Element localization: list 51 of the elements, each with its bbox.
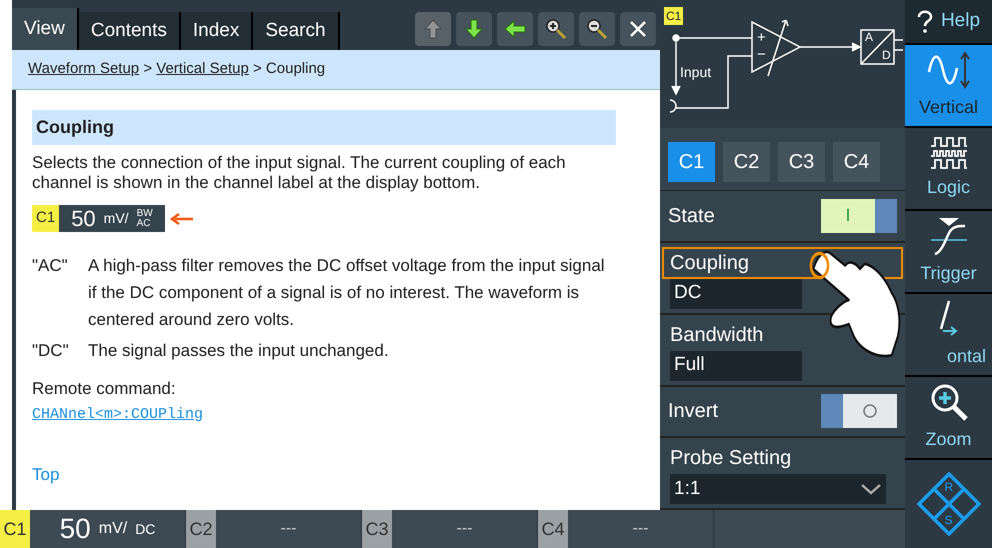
channel-tag: C1 — [664, 7, 684, 25]
tab[interactable]: Contents — [78, 12, 181, 50]
dropdown-field[interactable]: DC — [670, 278, 802, 309]
sidebar-button[interactable]: Trigger — [905, 211, 992, 294]
remote-label: Remote command: — [32, 378, 177, 400]
setting-label: State — [668, 204, 715, 229]
adc-label: A — [865, 29, 874, 46]
sidebar-button[interactable]: Zoom — [905, 377, 992, 460]
zoom-in-icon — [928, 382, 968, 422]
channel-tab[interactable]: C3 — [778, 142, 825, 182]
minus-sign: − — [757, 47, 766, 62]
dropdown-field[interactable]: Full — [670, 350, 802, 381]
zoom-out-icon[interactable] — [579, 12, 615, 46]
definition-term: "DC" — [32, 340, 70, 362]
section-heading: Coupling — [32, 110, 616, 145]
channel-tag: C2 — [186, 510, 216, 548]
channel-tab[interactable]: C4 — [833, 142, 880, 182]
question-mark-icon — [916, 10, 933, 34]
tab[interactable]: View — [12, 8, 79, 50]
channel-tag: C4 — [538, 510, 568, 548]
definition-text: A high-pass filter removes the DC offset voltage from the input signal if the DC component of a signal is of no interest. The waveform is centered around zero volts. — [88, 255, 606, 331]
top-link[interactable]: Top — [32, 462, 644, 488]
channel-tab[interactable]: C2 — [723, 142, 770, 182]
sidebar-button[interactable]: Vertical — [905, 45, 992, 128]
tab[interactable]: Search — [253, 12, 340, 50]
command-link[interactable]: CHANnel<m>:COUPling — [32, 406, 204, 422]
channel-tag: C1 — [0, 510, 30, 548]
adc-label: D — [882, 47, 891, 64]
arrow-icon — [168, 212, 193, 224]
setting-label: Bandwidth — [669, 322, 764, 348]
zoom-in-icon[interactable] — [538, 12, 574, 46]
sine-wave-icon — [926, 50, 970, 90]
plus-sign: + — [757, 30, 766, 45]
trigger-edge-icon — [928, 216, 968, 256]
close-icon[interactable] — [620, 12, 656, 46]
sidebar-button[interactable]: ontal — [905, 294, 992, 377]
intro-text: Selects the connection of the input signal. The current coupling of each channel is shown in the channel label at the display bottom. — [32, 153, 567, 193]
tab[interactable]: Index — [180, 12, 254, 50]
definition-text: The signal passes the input unchanged. — [88, 340, 390, 362]
circle-icon — [862, 403, 878, 420]
toggle-switch[interactable] — [821, 394, 897, 428]
sidebar-button[interactable]: Logic — [905, 128, 992, 211]
digital-signal-icon — [928, 136, 968, 170]
setting-label: Invert — [668, 399, 718, 424]
dropdown-field[interactable]: 1:1 — [670, 474, 886, 504]
setting-label: Probe Setting — [669, 446, 792, 471]
channel-tag: C3 — [362, 510, 392, 548]
input-label: Input — [680, 63, 712, 82]
definition-term: "AC" — [32, 255, 69, 277]
breadcrumb: Waveform Setup > Vertical Setup > Coupling — [12, 50, 660, 90]
chevron-down-icon — [860, 482, 882, 495]
